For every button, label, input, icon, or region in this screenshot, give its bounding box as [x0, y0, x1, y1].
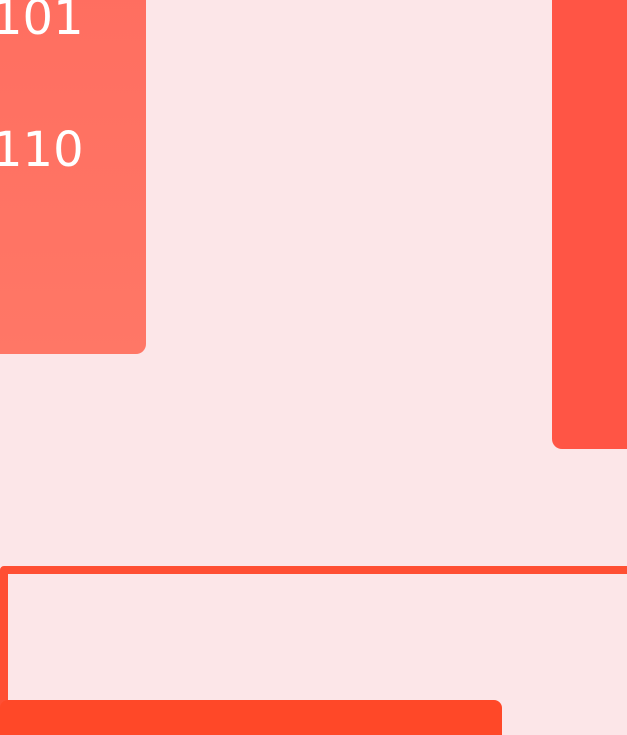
- app-canvas: 101 110: [0, 0, 627, 735]
- left-number-card[interactable]: 101 110: [0, 0, 146, 354]
- left-card-top-number: 101: [0, 0, 84, 46]
- bottom-accent-bar[interactable]: [0, 700, 502, 735]
- right-accent-card[interactable]: [552, 0, 627, 449]
- left-card-bottom-number: 110: [0, 122, 84, 178]
